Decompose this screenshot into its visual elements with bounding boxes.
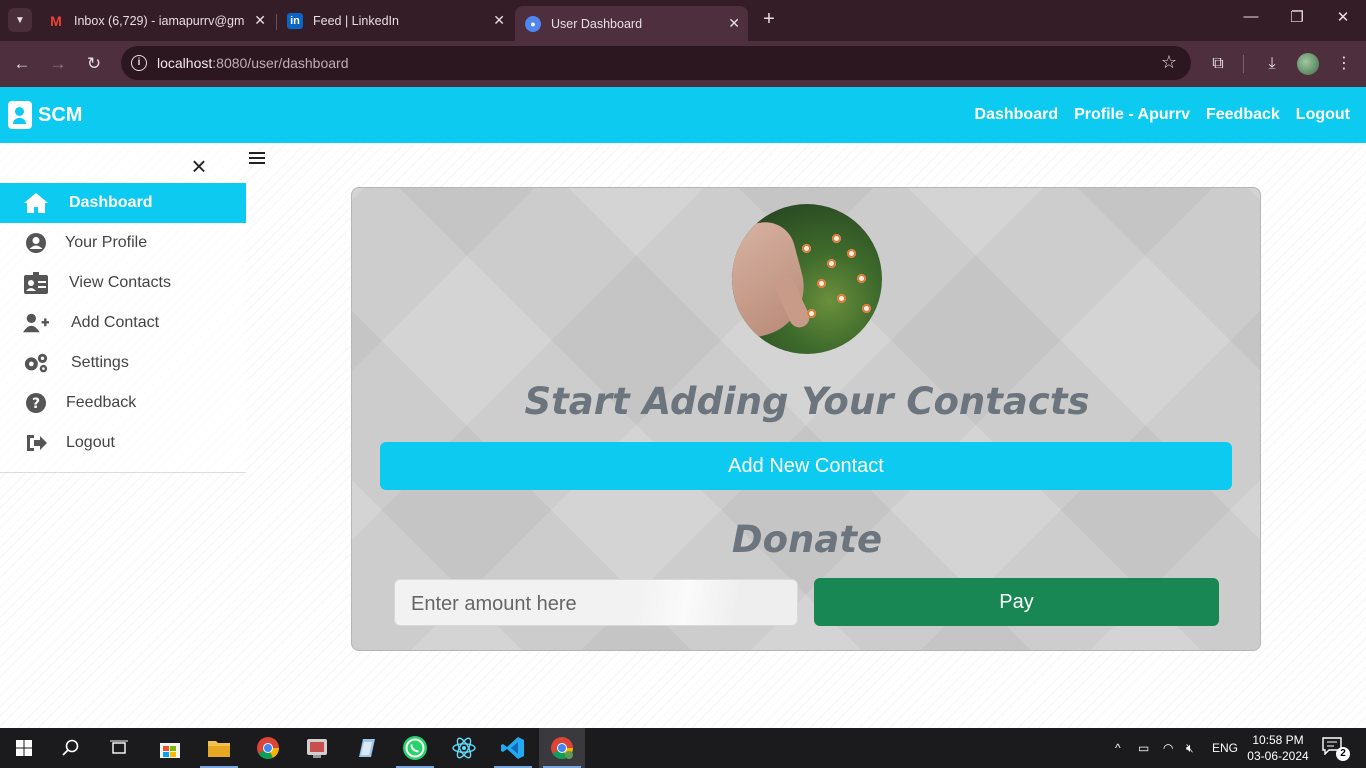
sidebar-item-add-contact[interactable]: Add Contact [0, 303, 246, 343]
nav-profile-link[interactable]: Profile - Apurrv [1074, 106, 1190, 124]
file-explorer-icon[interactable] [196, 728, 242, 768]
gears-icon [23, 352, 49, 374]
bookmark-star-icon[interactable]: ☆ [1161, 52, 1177, 73]
nav-dashboard-link[interactable]: Dashboard [975, 106, 1059, 124]
sidebar-item-label: Logout [66, 434, 115, 451]
home-icon [23, 192, 49, 214]
chrome-active-icon[interactable] [539, 728, 585, 768]
tab-search-button[interactable]: ▼ [8, 8, 32, 32]
site-info-icon[interactable]: i [131, 55, 147, 71]
sidebar-item-dashboard[interactable]: Dashboard [0, 183, 246, 223]
donate-heading: Donate [731, 518, 883, 561]
close-sidebar-icon[interactable]: × [188, 153, 210, 179]
gmail-icon: M [50, 12, 62, 29]
tab-title: User Dashboard [551, 16, 643, 31]
react-icon[interactable] [441, 728, 487, 768]
amount-input[interactable]: Enter amount here [394, 579, 798, 626]
remote-desktop-icon[interactable] [294, 728, 340, 768]
whatsapp-icon[interactable] [392, 728, 438, 768]
download-icon[interactable]: ⤓ [1260, 52, 1284, 76]
battery-icon[interactable]: ▭ [1138, 728, 1149, 768]
sidebar-item-label: Settings [71, 354, 129, 371]
language-indicator[interactable]: ENG [1212, 728, 1238, 768]
add-new-contact-button[interactable]: Add New Contact [380, 442, 1232, 490]
question-circle-icon: ? [23, 392, 49, 414]
chrome-icon[interactable] [245, 728, 291, 768]
clock-date: 03-06-2024 [1247, 749, 1309, 763]
notepad-icon[interactable] [343, 728, 389, 768]
user-circle-icon [23, 232, 49, 254]
vscode-icon[interactable] [490, 728, 536, 768]
sign-out-icon [23, 432, 49, 454]
sidebar-item-your-profile[interactable]: Your Profile [0, 223, 246, 263]
notification-count: 2 [1336, 747, 1350, 761]
new-tab-button[interactable]: + [758, 8, 780, 30]
clock-time: 10:58 PM [1252, 733, 1304, 747]
user-icon: ● [525, 15, 541, 32]
nav-logout-link[interactable]: Logout [1296, 106, 1350, 124]
sidebar-item-settings[interactable]: Settings [0, 343, 246, 383]
windows-start-icon[interactable] [1, 728, 47, 768]
nav-links: Dashboard Profile - Apurrv Feedback Logo… [975, 106, 1350, 124]
linkedin-icon: in [287, 12, 303, 29]
restore-icon[interactable]: ❐ [1282, 8, 1312, 26]
close-tab-icon[interactable]: ✕ [493, 12, 505, 29]
tab-user-dashboard[interactable]: ● User Dashboard ✕ [515, 6, 748, 41]
brand-name: SCM [38, 103, 83, 126]
sidebar-menu: Dashboard Your Profile View Contacts Add… [0, 183, 246, 463]
browser-toolbar: ← → ↻ i localhost:8080/user/dashboard ☆ … [0, 41, 1366, 87]
amount-placeholder: Enter amount here [411, 593, 577, 615]
windows-taskbar: ^ ▭ ◠ 🔇︎ ENG 10:58 PM 03-06-2024 2 [0, 728, 1366, 768]
url-text: localhost:8080/user/dashboard [157, 55, 349, 71]
app-navbar: SCM Dashboard Profile - Apurrv Feedback … [0, 87, 1366, 143]
back-icon[interactable]: ← [10, 52, 34, 76]
close-tab-icon[interactable]: ✕ [254, 12, 266, 29]
close-window-icon[interactable]: ✕ [1328, 8, 1358, 26]
sidebar: × Dashboard Your Profile View Contacts A… [0, 143, 246, 473]
sidebar-item-label: Feedback [66, 394, 137, 411]
task-view-icon[interactable] [96, 728, 142, 768]
sidebar-item-label: Your Profile [65, 234, 148, 251]
user-plus-icon [23, 312, 49, 334]
nav-feedback-link[interactable]: Feedback [1206, 106, 1280, 124]
id-badge-icon [23, 272, 49, 294]
svg-text:?: ? [32, 396, 40, 412]
sidebar-item-logout[interactable]: Logout [0, 423, 246, 463]
close-tab-icon[interactable]: ✕ [728, 15, 740, 32]
show-hidden-icons[interactable]: ^ [1115, 728, 1121, 768]
sidebar-item-label: Add Contact [71, 314, 160, 331]
address-bar[interactable]: i localhost:8080/user/dashboard ☆ [121, 46, 1191, 80]
notification-icon[interactable]: 2 [1322, 737, 1350, 761]
sidebar-item-feedback[interactable]: ? Feedback [0, 383, 246, 423]
dashboard-card: Start Adding Your Contacts Add New Conta… [351, 187, 1261, 651]
microsoft-store-icon[interactable] [147, 728, 193, 768]
tab-title: Feed | LinkedIn [313, 13, 399, 28]
brand[interactable]: SCM [8, 101, 82, 129]
volume-muted-icon[interactable]: 🔇︎ [1186, 728, 1194, 768]
page-title: Start Adding Your Contacts [524, 380, 1090, 423]
forward-icon[interactable]: → [46, 52, 70, 76]
banner-image [732, 204, 882, 354]
toolbar-separator [1243, 55, 1244, 73]
tab-title: Inbox (6,729) - iamapurrv@gma [74, 13, 244, 28]
extensions-icon[interactable]: ⧉ [1206, 52, 1230, 76]
tab-linkedin[interactable]: in Feed | LinkedIn ✕ [277, 6, 513, 35]
sidebar-item-label: View Contacts [69, 274, 171, 291]
minimize-icon[interactable]: — [1236, 8, 1266, 25]
contact-card-icon [8, 101, 32, 129]
tab-gmail[interactable]: M Inbox (6,729) - iamapurrv@gma ✕ [38, 6, 274, 35]
hamburger-menu-icon[interactable] [249, 152, 265, 166]
sidebar-item-label: Dashboard [69, 194, 153, 211]
sidebar-item-view-contacts[interactable]: View Contacts [0, 263, 246, 303]
wifi-icon[interactable]: ◠ [1163, 728, 1173, 768]
browser-tab-bar: ▼ M Inbox (6,729) - iamapurrv@gma ✕ in F… [0, 0, 1366, 41]
menu-kebab-icon[interactable]: ⋮ [1332, 52, 1356, 76]
reload-icon[interactable]: ↻ [82, 52, 106, 76]
search-icon[interactable] [48, 728, 94, 768]
pay-button[interactable]: Pay [814, 578, 1219, 626]
profile-avatar-icon[interactable] [1297, 53, 1319, 75]
clock[interactable]: 10:58 PM 03-06-2024 [1243, 732, 1313, 764]
